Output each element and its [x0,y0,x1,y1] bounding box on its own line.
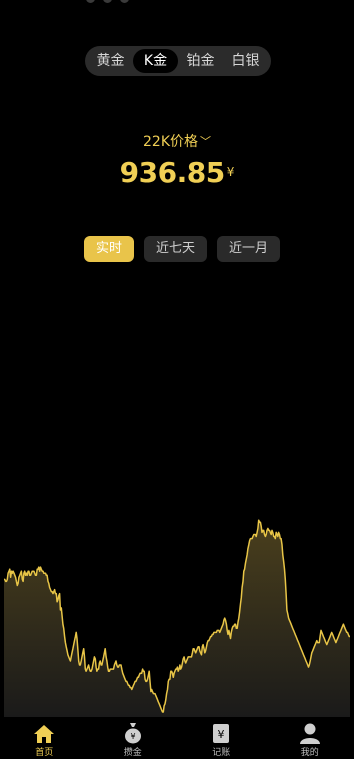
nav-ledger[interactable]: ¥ 记账 [191,717,251,758]
time-range-tabs: 实时 近七天 近一月 [84,236,280,262]
money-bag-icon: ¥ [124,723,141,744]
tab-platinum[interactable]: 铂金 [178,49,223,73]
bottom-navigation: 首页 ¥ 攒金 ¥ 记账 我的 [0,717,354,759]
tab-gold[interactable]: 黄金 [88,49,133,73]
karat-selector[interactable]: 22K价格 ﹀ [0,131,354,151]
price-value: 936.85 [119,156,226,189]
user-icon [299,723,320,744]
price-display: 936.85 ¥ [0,156,354,189]
tab-seven-days[interactable]: 近七天 [144,236,207,262]
price-area-fill [4,520,350,718]
metal-type-tabs: 黄金 K金 铂金 白银 [85,46,271,76]
nav-save-gold-label: 攒金 [123,748,142,758]
tab-silver[interactable]: 白银 [223,49,268,73]
karat-price-label: 22K价格 [143,134,198,150]
currency-symbol: ¥ [226,165,235,179]
nav-ledger-label: 记账 [212,748,231,758]
price-chart [4,519,350,718]
svg-text:¥: ¥ [218,728,225,741]
svg-text:¥: ¥ [130,732,135,741]
chevron-down-icon: ﹀ [200,135,211,148]
top-decorative-dots [86,0,129,3]
nav-home-label: 首页 [35,748,54,758]
tab-one-month[interactable]: 近一月 [217,236,280,262]
nav-home[interactable]: 首页 [14,717,74,758]
nav-profile-label: 我的 [300,748,319,758]
nav-save-gold[interactable]: ¥ 攒金 [103,717,163,758]
nav-profile[interactable]: 我的 [280,717,340,758]
tab-k-gold[interactable]: K金 [133,49,178,73]
home-icon [34,725,55,743]
ledger-icon: ¥ [213,724,230,743]
tab-realtime[interactable]: 实时 [84,236,134,262]
